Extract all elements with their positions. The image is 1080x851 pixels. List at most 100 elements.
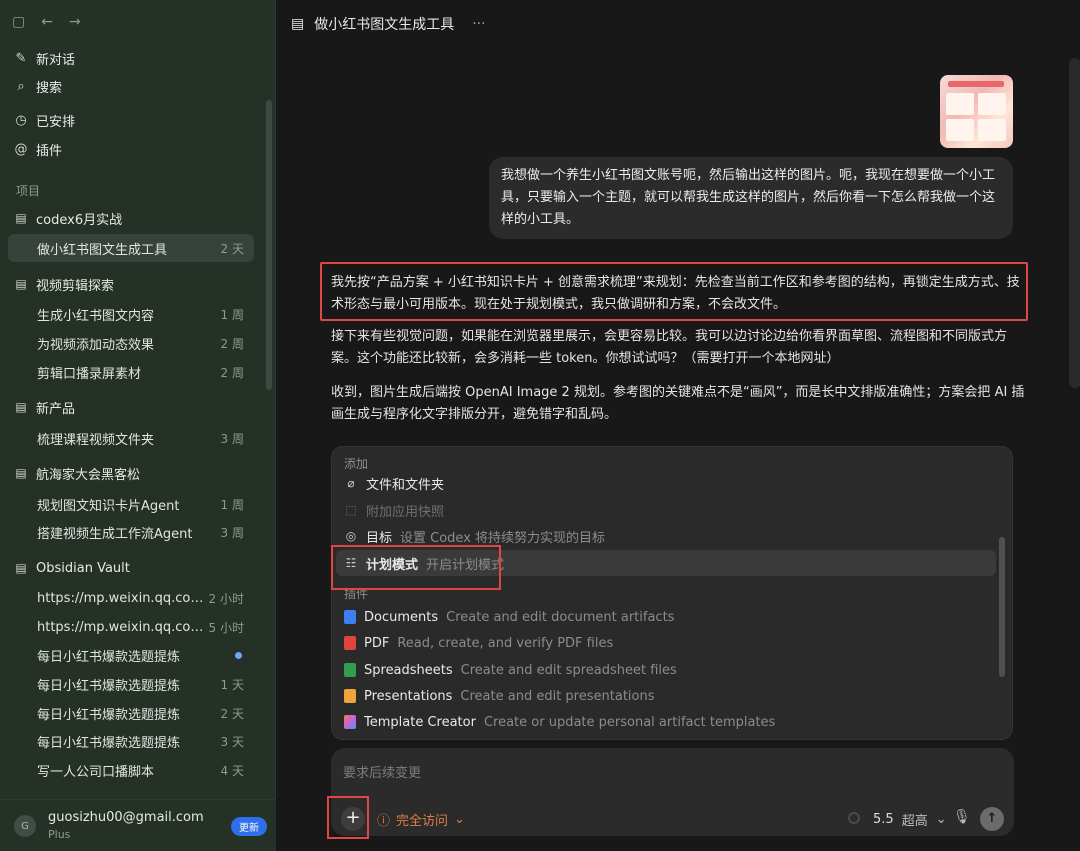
nav-label: 新对话 <box>36 52 76 68</box>
nav-scheduled[interactable]: ◷ 已安排 <box>14 107 75 133</box>
access-mode-dropdown[interactable]: ⓘ 完全访问 ⌄ <box>377 810 465 829</box>
thread-age: 3 周 <box>220 525 244 540</box>
nav-label: 已安排 <box>36 114 76 130</box>
plugin-spreadsheets[interactable]: Spreadsheets Create and edit spreadsheet… <box>336 657 996 683</box>
chevron-down-icon: ⌄ <box>454 812 465 827</box>
assistant-message: 接下来有些视觉问题，如果能在浏览器里展示，会更容易比较。我可以边讨论边给你看界面… <box>331 329 1008 366</box>
thread-item[interactable]: 剪辑口播录屏素材 2 周 <box>8 358 254 386</box>
menu-item-label: 附加应用快照 <box>366 504 445 520</box>
nav-label: 插件 <box>36 143 63 159</box>
thread-title: 梳理课程视频文件夹 <box>37 432 155 448</box>
project-name: 航海家大会黑客松 <box>36 467 141 483</box>
thread-age: 1 周 <box>220 307 244 322</box>
project-video[interactable]: ▤ 视频剪辑探索 <box>14 272 114 296</box>
attached-image-thumbnail[interactable] <box>940 75 1013 148</box>
plugin-label: Template Creator <box>364 714 476 730</box>
thread-title: 为视频添加动态效果 <box>37 337 155 353</box>
menu-item-files[interactable]: ⌀ 文件和文件夹 <box>336 470 996 496</box>
sidebar-toggle-icon[interactable]: ▢ <box>12 14 25 30</box>
sidebar: ▢ ← → ✎ 新对话 ⌕ 搜索 ◷ 已安排 @ 插件 项目 ▤ codex6月… <box>0 0 276 851</box>
thread-age: 2 小时 <box>208 591 244 606</box>
back-arrow-icon[interactable]: ← <box>41 14 53 30</box>
nav-search[interactable]: ⌕ 搜索 <box>14 73 62 99</box>
thread-age: 5 小时 <box>208 620 244 635</box>
microphone-icon[interactable]: 🎙︎ <box>953 809 971 825</box>
menu-scrollbar[interactable] <box>999 537 1005 677</box>
spreadsheets-icon <box>344 663 356 677</box>
sidebar-scrollbar[interactable] <box>266 100 272 390</box>
more-options-icon[interactable]: ··· <box>472 16 485 32</box>
menu-item-app-snapshot[interactable]: ⬚ 附加应用快照 <box>336 497 996 523</box>
folder-icon: ▤ <box>15 277 27 291</box>
thread-item[interactable]: 每日小红书爆款选题提炼 1 天 <box>8 670 254 698</box>
reasoning-level: 超高 <box>901 814 928 829</box>
thread-age: 1 天 <box>220 677 244 692</box>
plugin-documents[interactable]: Documents Create and edit document artif… <box>336 604 996 630</box>
thread-title: https://mp.weixin.qq.com/... <box>37 619 207 635</box>
plugin-desc: Create or update personal artifact templ… <box>483 714 776 730</box>
thread-item[interactable]: 每日小红书爆款选题提炼 <box>8 641 254 669</box>
thread-item[interactable]: 梳理课程视频文件夹 3 周 <box>8 424 254 452</box>
thread-item[interactable]: 为视频添加动态效果 2 周 <box>8 329 254 357</box>
nav-new-chat[interactable]: ✎ 新对话 <box>14 45 75 71</box>
project-codex6[interactable]: ▤ codex6月实战 <box>14 206 122 230</box>
project-name: 新产品 <box>36 401 76 417</box>
context-usage-icon[interactable] <box>848 812 860 824</box>
thread-age: 3 天 <box>220 734 244 749</box>
nav-label: 搜索 <box>36 80 63 96</box>
plugin-template-creator[interactable]: Template Creator Create or update person… <box>336 709 996 735</box>
thread-title: 做小红书图文生成工具 <box>37 242 168 258</box>
plugin-label: PDF <box>364 635 390 651</box>
followup-input[interactable]: 要求后续变更 <box>343 762 421 781</box>
thread-item[interactable]: 每日小红书爆款选题提炼 2 天 <box>8 699 254 727</box>
main-panel: ▤ 做小红书图文生成工具 ··· 我想做一个养生小红书图文账号呃，然后输出这样的… <box>277 0 1080 851</box>
thread-title: 每日小红书爆款选题提炼 <box>37 649 181 665</box>
warning-icon: ⓘ <box>377 814 391 829</box>
window-controls: ▢ ← → <box>12 14 81 30</box>
update-button[interactable]: 更新 <box>231 817 267 836</box>
project-obsidian[interactable]: ▤ Obsidian Vault <box>14 556 130 580</box>
project-new-product[interactable]: ▤ 新产品 <box>14 395 75 419</box>
thread-item[interactable]: 搭建视频生成工作流Agent 3 周 <box>8 518 254 546</box>
unread-dot-icon <box>235 651 242 659</box>
forward-arrow-icon[interactable]: → <box>69 14 81 30</box>
thread-item[interactable]: 生成小红书图文内容 1 周 <box>8 300 254 328</box>
thread-title: 每日小红书爆款选题提炼 <box>37 707 181 723</box>
project-hackathon[interactable]: ▤ 航海家大会黑客松 <box>14 461 140 485</box>
thread-title: 每日小红书爆款选题提炼 <box>37 735 181 751</box>
account-panel[interactable]: G guosizhu00@gmail.com Plus 更新 <box>0 799 276 851</box>
plugin-desc: Create and edit spreadsheet files <box>460 662 677 678</box>
clock-icon: ◷ <box>15 112 27 128</box>
search-icon: ⌕ <box>17 78 25 94</box>
thread-item[interactable]: 每日小红书爆款选题提炼 3 天 <box>8 727 254 755</box>
plugin-label: Presentations <box>364 688 453 704</box>
thread-item[interactable]: https://mp.weixin.qq.com/... 5 小时 <box>8 613 254 641</box>
send-button[interactable]: ↑ <box>980 807 1004 831</box>
thread-item[interactable]: 写一人公司口播脚本 4 天 <box>8 756 254 784</box>
plugin-label: Spreadsheets <box>364 662 453 678</box>
thread-age: 2 周 <box>220 365 244 380</box>
menu-item-label: 文件和文件夹 <box>366 477 445 493</box>
plugin-label: Documents <box>364 609 439 625</box>
plugin-presentations[interactable]: Presentations Create and edit presentati… <box>336 683 996 709</box>
at-icon: @ <box>14 141 28 157</box>
chevron-down-icon: ⌄ <box>935 812 947 827</box>
thread-item-active[interactable]: 做小红书图文生成工具 2 天 <box>8 234 254 262</box>
access-label: 完全访问 <box>396 814 449 829</box>
nav-plugins[interactable]: @ 插件 <box>14 136 63 162</box>
thread-item[interactable]: https://mp.weixin.qq.com/... 2 小时 <box>8 584 254 612</box>
add-menu-popup: 添加 ⌀ 文件和文件夹 ⬚ 附加应用快照 ◎ 目标 设置 Codex 将持续努力… <box>331 446 1013 740</box>
presentations-icon <box>344 689 356 703</box>
menu-item-desc: 设置 Codex 将持续努力实现的目标 <box>400 530 606 546</box>
thread-item[interactable]: 规划图文知识卡片Agent 1 周 <box>8 490 254 518</box>
thread-age: 2 天 <box>220 241 244 256</box>
folder-icon: ▤ <box>15 400 27 414</box>
avatar[interactable]: G <box>14 815 36 837</box>
account-plan: Plus <box>48 828 71 841</box>
plugin-pdf[interactable]: PDF Read, create, and verify PDF files <box>336 630 996 656</box>
model-selector[interactable]: 5.5 超高 ⌄ <box>873 810 947 829</box>
document-icon: ▤ <box>291 16 305 32</box>
documents-icon <box>344 610 356 624</box>
side-panel-handle[interactable] <box>1069 58 1080 388</box>
assistant-message: 收到，图片生成后端按 OpenAI Image 2 规划。参考图的关键难点不是“… <box>331 385 1025 422</box>
